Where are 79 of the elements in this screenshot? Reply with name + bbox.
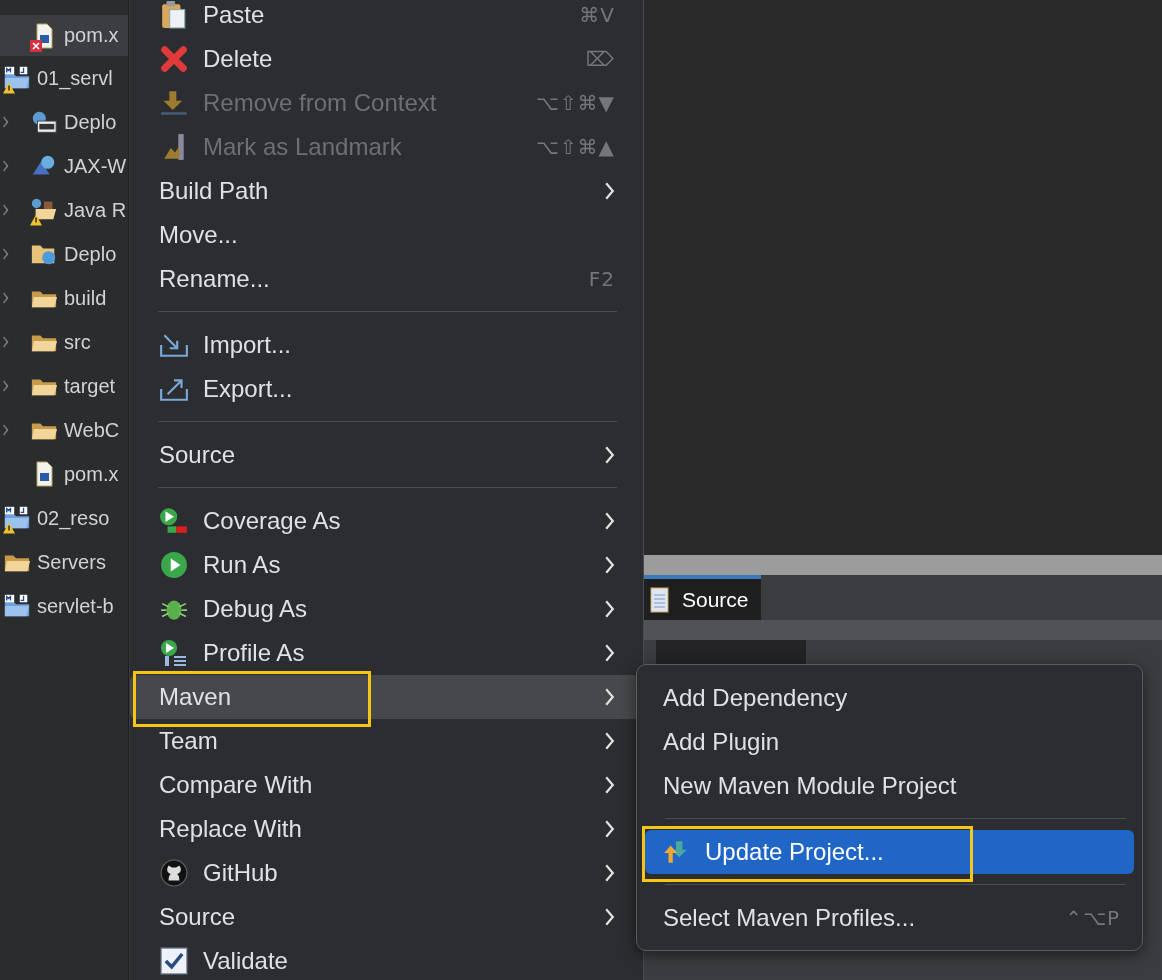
menu-item[interactable]: Team [130, 719, 639, 763]
tree-item[interactable]: JAX-W [0, 144, 128, 188]
collapsed-chevron-icon[interactable] [2, 291, 10, 305]
project-folder-icon [3, 593, 31, 619]
shortcut-label: ⌦ [585, 47, 615, 71]
shortcut-label: ⌥⇧⌘▲ [535, 135, 615, 159]
menu-item[interactable]: GitHub [130, 851, 639, 895]
menu-item[interactable]: Build Path [130, 169, 639, 213]
menu-item[interactable]: Replace With [130, 807, 639, 851]
tree-item[interactable]: src [0, 320, 128, 364]
tree-label: pom.x [64, 24, 119, 47]
tree-label: src [64, 330, 91, 354]
tree-label: 02_reso [37, 506, 110, 530]
tree-item[interactable]: Java R [0, 188, 128, 232]
tree-label: Servers [37, 550, 106, 574]
profile-icon [159, 639, 189, 667]
tree-label: build [64, 286, 107, 310]
menu-item[interactable]: Validate [130, 939, 639, 980]
github-icon [159, 859, 189, 887]
collapsed-chevron-icon[interactable] [2, 335, 10, 349]
tree-item[interactable]: 01_servl [0, 56, 128, 100]
shortcut-label: ⌃⌥P [1065, 906, 1120, 930]
menu-item[interactable]: Debug As [130, 587, 639, 631]
shortcut-label: ⌘V [579, 3, 615, 27]
tree-item[interactable]: Servers [0, 540, 128, 584]
collapsed-chevron-icon[interactable] [2, 379, 10, 393]
collapsed-chevron-icon[interactable] [2, 247, 10, 261]
menu-item[interactable]: New Maven Module Project [645, 764, 1134, 808]
menu-item[interactable]: Coverage As [130, 499, 639, 543]
project-folder-icon [3, 505, 31, 531]
tree-label: WebC [64, 418, 120, 442]
tree-label: target [64, 374, 116, 398]
tree-label: Deplo [64, 110, 117, 134]
editor-tab[interactable]: Source [644, 575, 761, 620]
menu-item[interactable]: Update Project... [645, 830, 1134, 874]
tree-label: Deplo [64, 242, 117, 266]
menu-item[interactable]: Add Plugin [645, 720, 1134, 764]
menu-item[interactable]: Move... [130, 213, 639, 257]
menu-item[interactable]: Source [130, 895, 639, 939]
menu-item[interactable]: Select Maven Profiles... ⌃⌥P [645, 896, 1134, 940]
checkbox-icon [159, 947, 189, 975]
shortcut-label: ⌥⇧⌘▼ [535, 91, 615, 115]
descriptor-icon [30, 109, 58, 135]
tree-item[interactable]: WebC [0, 408, 128, 452]
tree-item[interactable]: pom.x [0, 452, 128, 496]
collapsed-chevron-icon[interactable] [2, 159, 10, 173]
menu-item[interactable]: Source [130, 433, 639, 477]
menu-item[interactable]: Rename... F2 [130, 257, 639, 301]
project-folder-icon [3, 65, 31, 91]
tree-item[interactable]: Deplo [0, 232, 128, 276]
collapsed-chevron-icon[interactable] [2, 115, 10, 129]
tree-label: Java R [64, 198, 127, 222]
tree-item[interactable]: Deplo [0, 100, 128, 144]
run-icon [159, 551, 189, 579]
tree-item[interactable]: build [0, 276, 128, 320]
menu-item[interactable]: Import... [130, 323, 639, 367]
collapsed-chevron-icon[interactable] [2, 203, 10, 217]
menu-item[interactable]: Run As [130, 543, 639, 587]
arrow-down-icon [159, 89, 189, 117]
tree-label: JAX-W [64, 154, 127, 178]
tree-label: servlet-b [37, 594, 114, 618]
shortcut-label: F2 [588, 267, 615, 291]
tree-item[interactable]: servlet-b [0, 584, 128, 628]
menu-item[interactable]: Delete ⌦ [130, 37, 639, 81]
menu-item[interactable]: Paste ⌘V [130, 0, 639, 37]
menu-item[interactable]: Add Dependency [645, 676, 1134, 720]
menu-item[interactable]: Compare With [130, 763, 639, 807]
menu-item[interactable]: Profile As [130, 631, 639, 675]
tree-item[interactable]: 02_reso [0, 496, 128, 540]
delete-icon [159, 45, 189, 73]
document-icon [650, 586, 670, 613]
tree-item[interactable]: target [0, 364, 128, 408]
tree-item[interactable]: pom.x [0, 15, 128, 56]
collapsed-chevron-icon[interactable] [2, 423, 10, 437]
menu-item[interactable]: Maven [130, 675, 639, 719]
menu-item[interactable]: Export... [130, 367, 639, 411]
coverage-icon [159, 507, 189, 535]
tree-label: pom.x [64, 462, 119, 486]
tree-label: 01_servl [37, 66, 113, 90]
